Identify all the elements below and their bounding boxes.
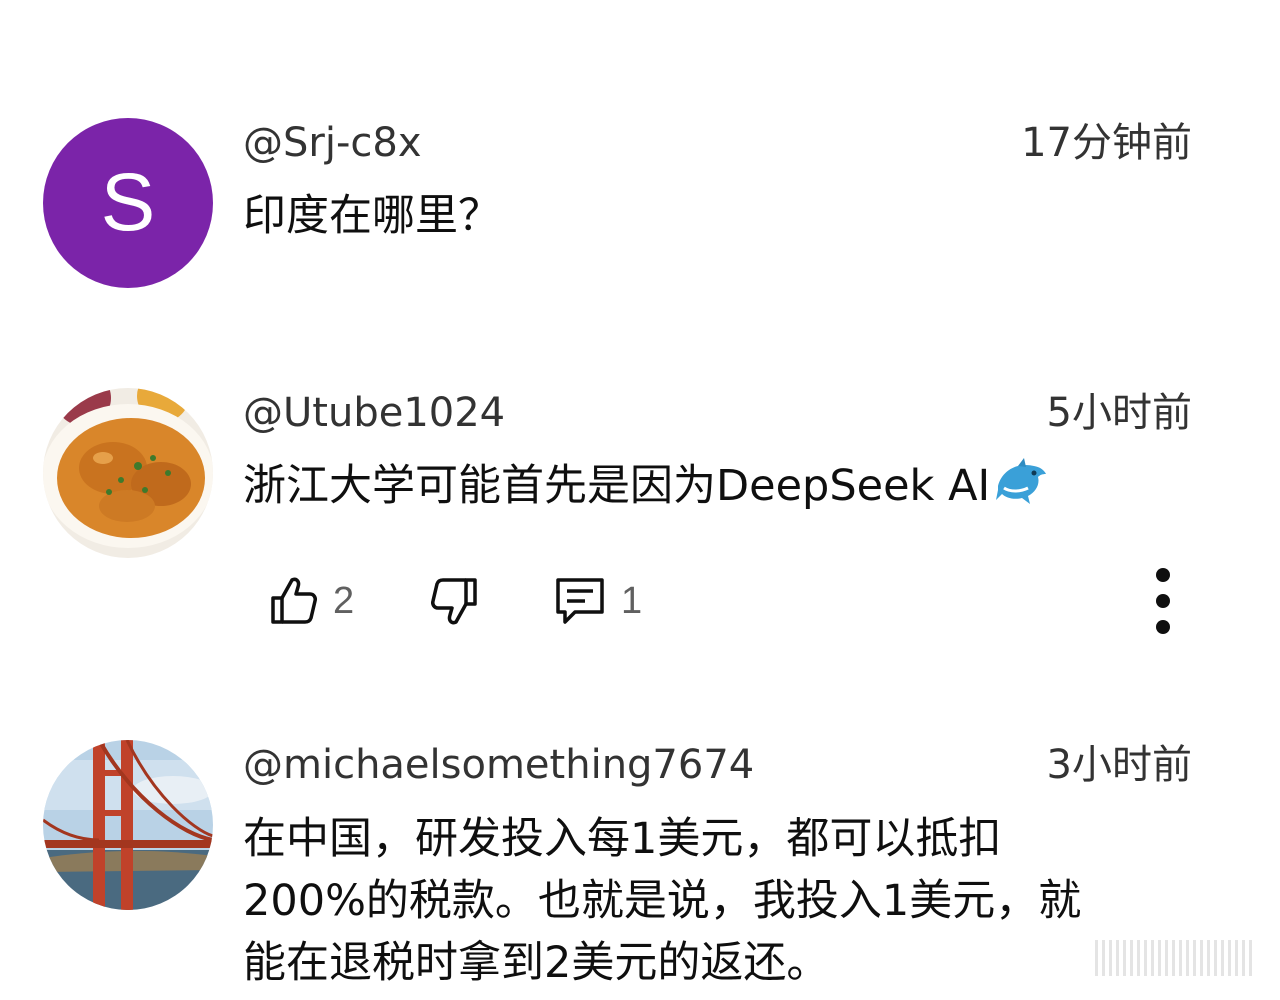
reply-button[interactable]: 1 <box>553 566 642 636</box>
avatar[interactable]: S <box>43 118 213 288</box>
comment-author-handle[interactable]: @Utube1024 <box>243 390 505 436</box>
curry-dish-avatar[interactable] <box>43 388 213 558</box>
comment-text-line: 能在退税时拿到2美元的返还。 <box>243 938 830 988</box>
avatar-letter: S <box>100 157 156 248</box>
comment-text: 在中国，研发投入每1美元，都可以抵扣 200%的税款。也就是说，我投入1美元，就… <box>243 808 1203 994</box>
comment-timestamp: 5小时前 <box>1046 390 1192 436</box>
golden-gate-bridge-avatar[interactable] <box>43 740 213 910</box>
dolphin-icon <box>994 456 1048 523</box>
more-options-icon[interactable] <box>1143 566 1183 636</box>
thumbs-down-icon <box>429 574 479 628</box>
like-button[interactable]: 2 <box>269 566 354 636</box>
thumbs-up-icon <box>269 574 319 628</box>
comment-text-content: 浙江大学可能首先是因为DeepSeek AI <box>243 461 991 511</box>
comment-icon <box>553 574 607 628</box>
comment-actions: 2 1 <box>243 566 1183 636</box>
comment-text: 浙江大学可能首先是因为DeepSeek AI <box>243 455 1203 523</box>
like-count: 2 <box>333 579 355 622</box>
reply-count: 1 <box>621 579 643 622</box>
comment-author-handle[interactable]: @Srj-c8x <box>243 120 422 166</box>
comment-timestamp: 17分钟前 <box>1021 120 1192 166</box>
comment-text-line: 在中国，研发投入每1美元，都可以抵扣 <box>243 814 1002 864</box>
comment-timestamp: 3小时前 <box>1046 742 1192 788</box>
dislike-button[interactable] <box>429 566 479 636</box>
comment-text-line: 200%的税款。也就是说，我投入1美元，就 <box>243 876 1082 926</box>
watermark <box>1095 940 1255 976</box>
comment-author-handle[interactable]: @michaelsomething7674 <box>243 742 754 788</box>
comment-text: 印度在哪里？ <box>243 191 501 241</box>
